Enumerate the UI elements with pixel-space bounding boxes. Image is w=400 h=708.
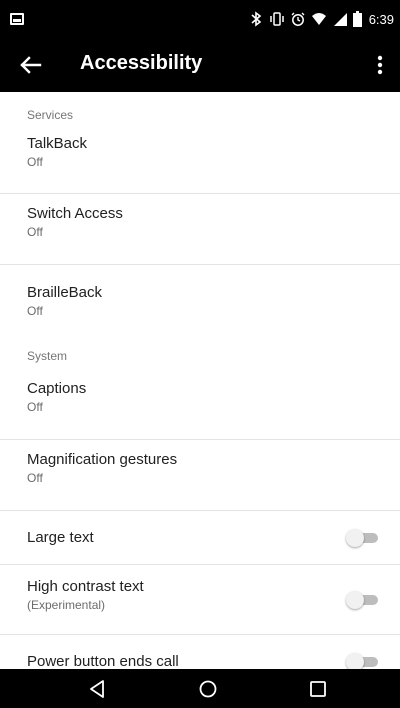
- more-vert-icon[interactable]: [372, 52, 388, 78]
- list-item-captions[interactable]: Captions Off: [0, 375, 400, 440]
- navigation-bar: [0, 669, 400, 708]
- item-title: Magnification gestures: [27, 451, 178, 468]
- item-subtitle: Off: [27, 225, 43, 239]
- section-header-services: Services: [27, 108, 74, 122]
- toggle-thumb: [346, 529, 364, 547]
- item-title: Large text: [27, 529, 94, 546]
- high-contrast-text-toggle[interactable]: [346, 591, 380, 609]
- list-item-high-contrast-text[interactable]: High contrast text (Experimental): [0, 565, 400, 635]
- item-title: Switch Access: [27, 205, 123, 222]
- recents-square-icon[interactable]: [306, 677, 330, 701]
- home-circle-icon[interactable]: [196, 677, 220, 701]
- app-bar: Accessibility: [0, 38, 400, 92]
- item-title: Power button ends call: [27, 653, 179, 669]
- battery-icon: [352, 11, 362, 27]
- bluetooth-icon: [248, 11, 264, 27]
- power-button-ends-call-toggle[interactable]: [346, 653, 380, 669]
- status-bar: 6:39: [0, 0, 400, 38]
- list-item-switch-access[interactable]: Switch Access Off: [0, 194, 400, 265]
- list-item-brailleback[interactable]: BrailleBack Off: [0, 265, 400, 341]
- toggle-thumb: [346, 591, 364, 609]
- list-item-talkback[interactable]: TalkBack Off: [0, 132, 400, 194]
- list-item-large-text[interactable]: Large text: [0, 511, 400, 565]
- section-header-system: System: [27, 349, 68, 363]
- settings-list[interactable]: Services TalkBack Off Switch Access Off …: [0, 92, 400, 669]
- list-item-magnification-gestures[interactable]: Magnification gestures Off: [0, 440, 400, 511]
- status-icons: 6:39: [248, 10, 394, 28]
- vibrate-icon: [269, 11, 285, 27]
- item-title: TalkBack: [27, 135, 88, 152]
- item-title: Captions: [27, 380, 87, 397]
- item-subtitle: Off: [27, 304, 43, 318]
- item-subtitle: (Experimental): [27, 598, 106, 612]
- large-text-toggle[interactable]: [346, 529, 380, 547]
- notification-icon: [10, 13, 24, 25]
- page-title: Accessibility: [80, 52, 203, 74]
- back-triangle-icon[interactable]: [86, 677, 110, 701]
- list-item-power-button-ends-call[interactable]: Power button ends call: [0, 635, 400, 669]
- wifi-icon: [311, 11, 327, 27]
- item-subtitle: Off: [27, 471, 43, 485]
- toggle-thumb: [346, 653, 364, 669]
- item-title: High contrast text: [27, 578, 144, 595]
- signal-icon: [332, 11, 348, 27]
- arrow-back-icon[interactable]: [18, 52, 46, 78]
- status-time: 6:39: [368, 11, 394, 27]
- item-title: BrailleBack: [27, 284, 103, 301]
- alarm-icon: [290, 11, 306, 27]
- item-subtitle: Off: [27, 400, 43, 414]
- item-subtitle: Off: [27, 155, 43, 169]
